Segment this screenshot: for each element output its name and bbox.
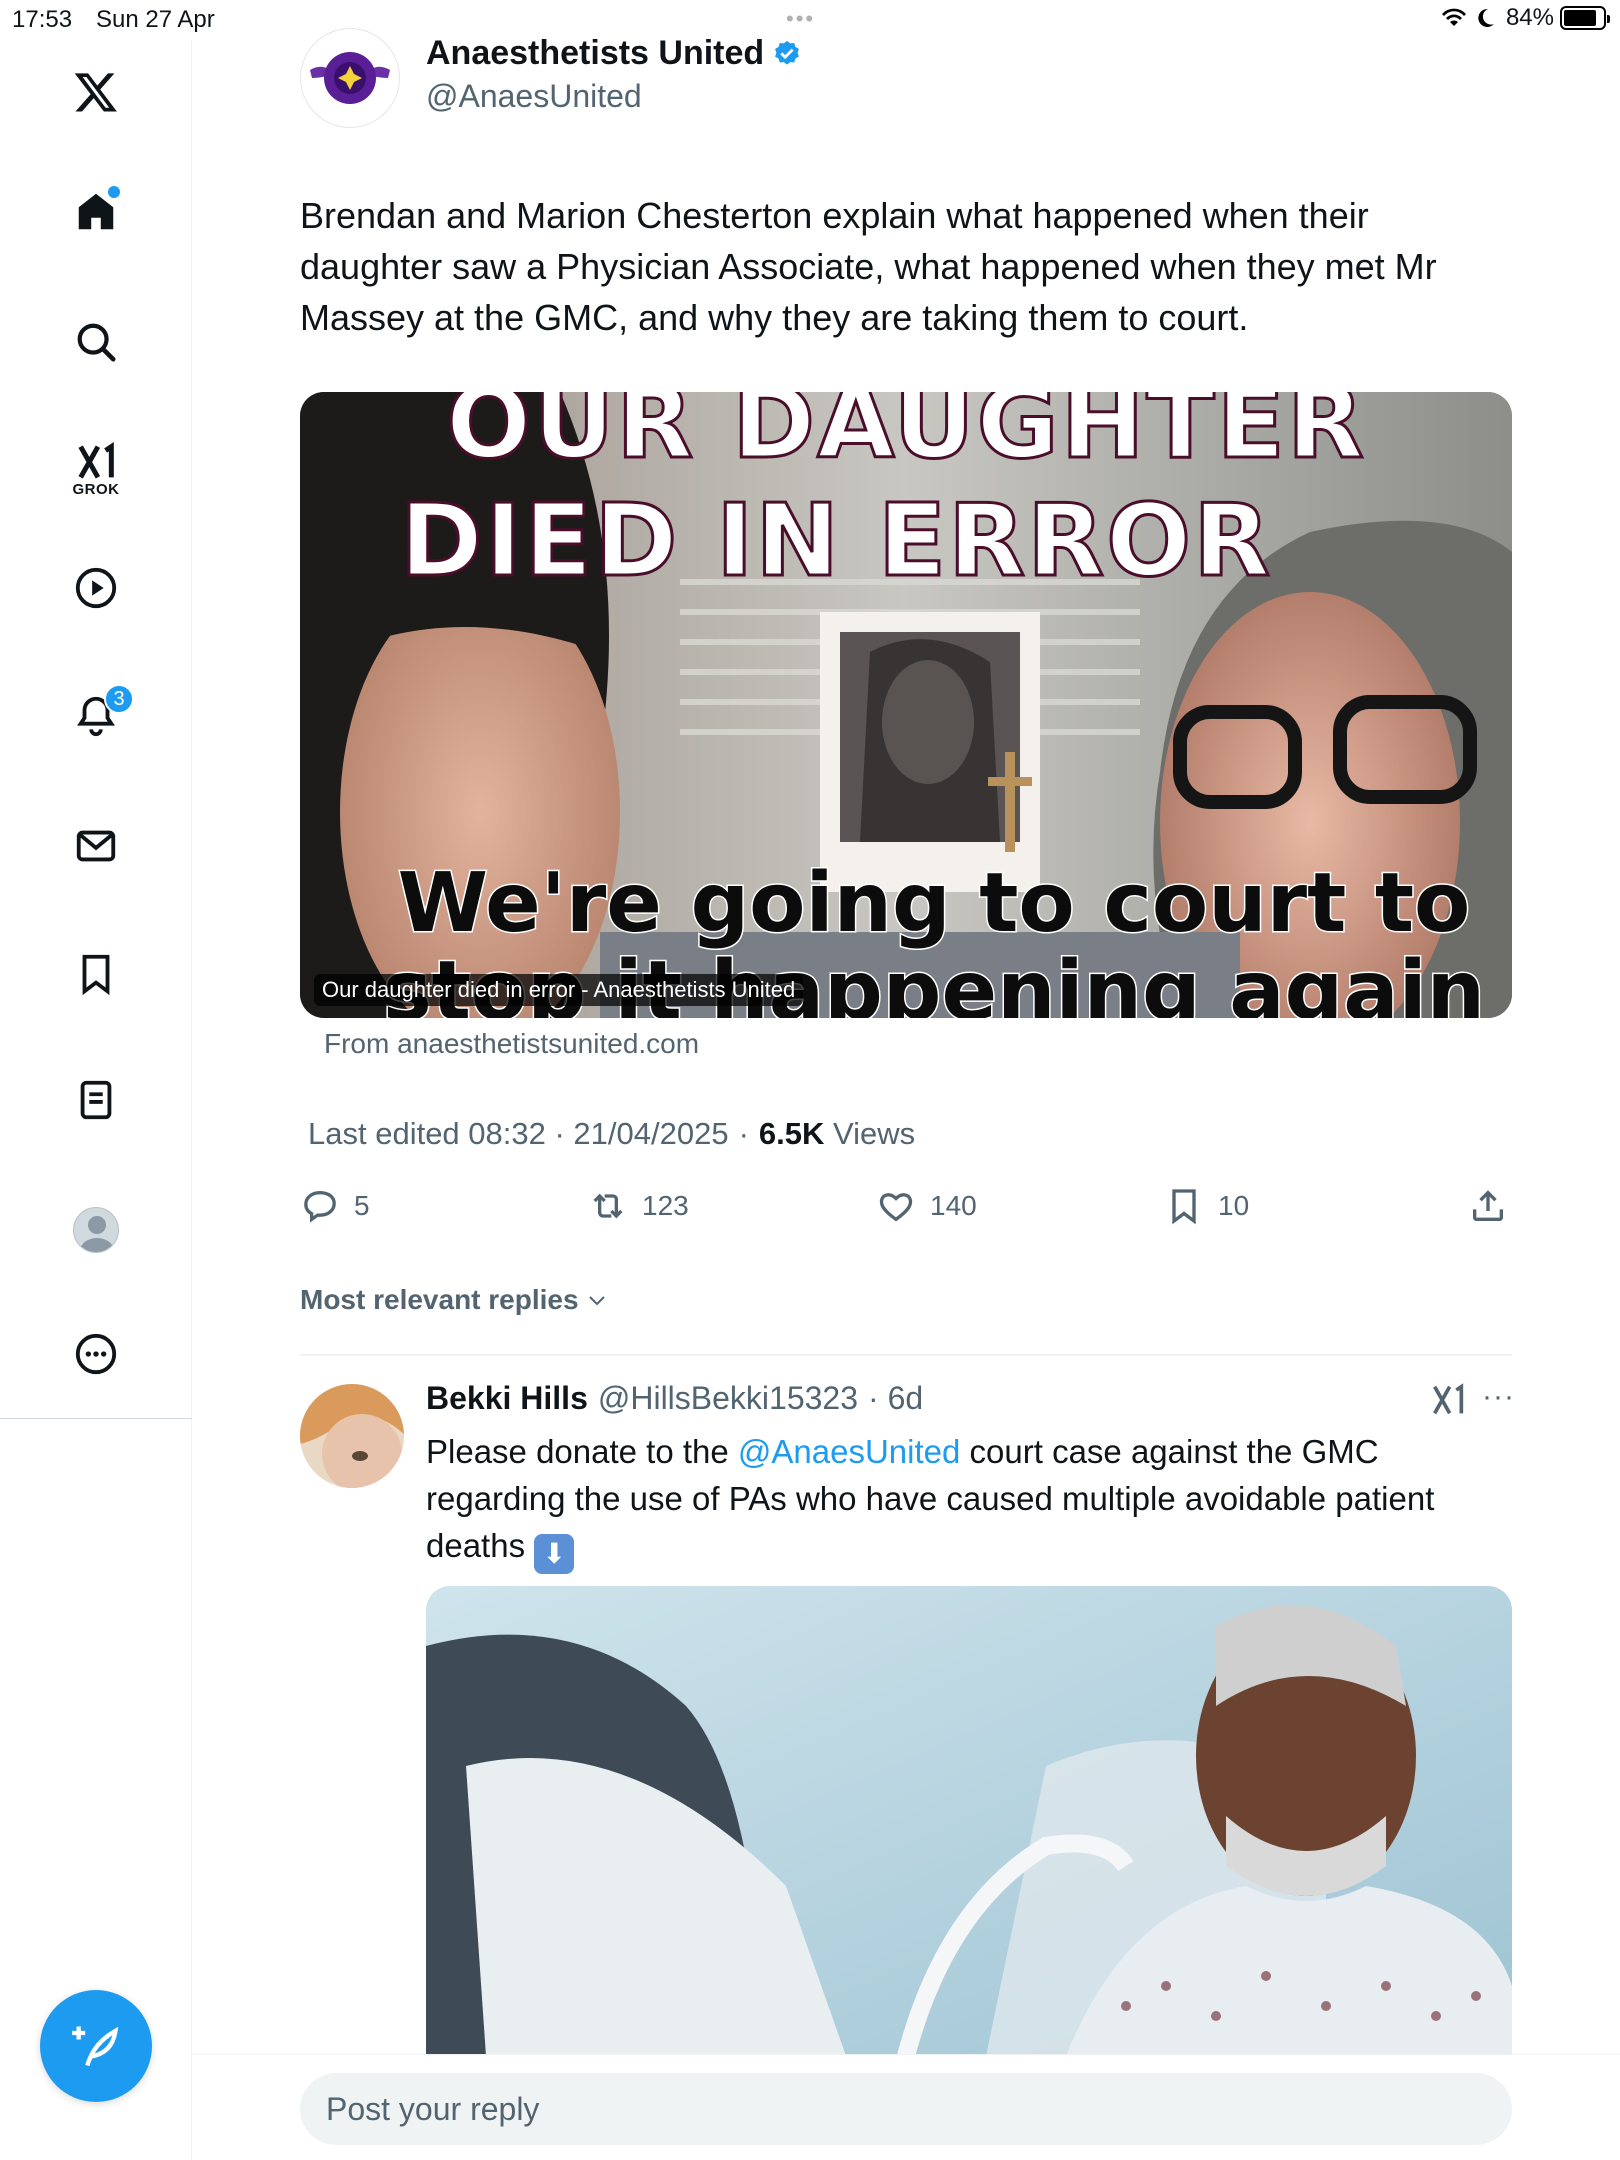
card-subhead-line1: We're going to court to [396,855,1472,953]
sidebar-divider [0,1418,192,1419]
grok-explain-icon[interactable] [1428,1380,1468,1420]
down-arrow-emoji-icon: ⬇ [534,1534,575,1574]
reply-count: 5 [354,1190,370,1221]
profile-avatar-icon[interactable] [66,1200,126,1260]
grok-label: GROK [72,481,120,498]
repost-button[interactable]: 123 [588,1186,689,1226]
messages-envelope-icon[interactable] [66,816,126,876]
anaesthetists-united-logo-icon [310,52,390,104]
share-upload-icon [1473,1190,1503,1221]
home-new-dot [108,186,120,198]
views-label: Views [833,1116,916,1151]
author-handle[interactable]: @AnaesUnited [426,78,642,115]
author-avatar[interactable] [300,28,400,128]
share-button[interactable] [1468,1186,1508,1226]
tweet-meta: Last edited 08:32 · 21/04/2025 · 6.5K Vi… [308,1116,915,1152]
reply-author-name[interactable]: Bekki Hills [426,1380,588,1417]
main-column: Anaesthetists United @AnaesUnited Brenda… [192,0,1620,2160]
reply-text: Please donate to the @AnaesUnited court … [426,1428,1516,1574]
reply-timestamp[interactable]: · 6d [868,1380,923,1417]
reply-icon [304,1190,336,1223]
bookmark-button[interactable]: 10 [1164,1186,1249,1226]
search-icon[interactable] [66,312,126,372]
tweet-actions: 5 123 140 10 [300,1186,1512,1238]
reply-author-avatar[interactable] [300,1384,404,1488]
views-count[interactable]: 6.5K Views [759,1116,915,1152]
replies-sort-dropdown[interactable]: Most relevant replies [300,1284,609,1316]
author-name[interactable]: Anaesthetists United [426,34,802,73]
bookmark-icon [1172,1189,1196,1225]
like-button[interactable]: 140 [876,1186,977,1226]
section-divider [300,1354,1512,1356]
repost-count: 123 [642,1190,689,1221]
notifications-bell-icon[interactable]: 3 [66,684,134,746]
notifications-count-badge: 3 [104,684,134,714]
card-headline-line2: DIED IN ERROR [398,481,1273,601]
edited-timestamp[interactable]: Last edited 08:32 · 21/04/2025 [308,1116,729,1152]
author-name-text[interactable]: Anaesthetists United [426,34,764,73]
status-time: 17:53 [12,6,73,33]
link-card[interactable]: OUR DAUGHTER DIED IN ERROR We're going t… [300,392,1512,1018]
replies-sort-label: Most relevant replies [300,1284,579,1315]
meta-separator: · [738,1116,749,1151]
reply-mention-link[interactable]: @AnaesUnited [738,1433,960,1470]
bookmarks-icon[interactable] [66,944,126,1004]
reply-compose-bar [192,2054,1620,2160]
sidebar-nav: GROK 3 [0,40,192,2160]
home-icon[interactable] [66,182,126,242]
lists-icon[interactable] [66,1070,126,1130]
reply-author-handle[interactable]: @HillsBekki15323 [598,1380,858,1417]
bookmark-count: 10 [1218,1190,1250,1221]
like-count: 140 [930,1190,977,1221]
repost-icon [593,1193,623,1219]
heart-icon [879,1193,913,1222]
reply-header: Bekki Hills @HillsBekki15323 · 6d [426,1380,923,1417]
tweet-text: Brendan and Marion Chesterton explain wh… [300,195,1437,338]
card-caption: Our daughter died in error - Anaesthetis… [314,974,804,1006]
feather-plus-icon [72,2026,119,2067]
card-source-link[interactable]: From anaesthetistsunited.com [324,1028,699,1060]
more-options-icon[interactable] [66,1324,126,1384]
card-headline-line1: OUR DAUGHTER [445,392,1366,483]
x-logo-icon[interactable] [66,62,126,122]
reply-media-image[interactable] [426,1586,1512,2056]
compose-post-button[interactable] [40,1990,152,2102]
grok-icon[interactable]: GROK [66,432,126,498]
reply-text-before: Please donate to the [426,1433,738,1470]
reply-button[interactable]: 5 [300,1186,370,1226]
verified-badge-icon[interactable] [772,39,802,69]
reply-input[interactable] [300,2073,1512,2145]
reply-more-options-icon[interactable]: ··· [1482,1380,1515,1414]
video-play-icon[interactable] [66,558,126,618]
views-number: 6.5K [758,1116,825,1151]
chevron-down-icon [588,1296,605,1306]
